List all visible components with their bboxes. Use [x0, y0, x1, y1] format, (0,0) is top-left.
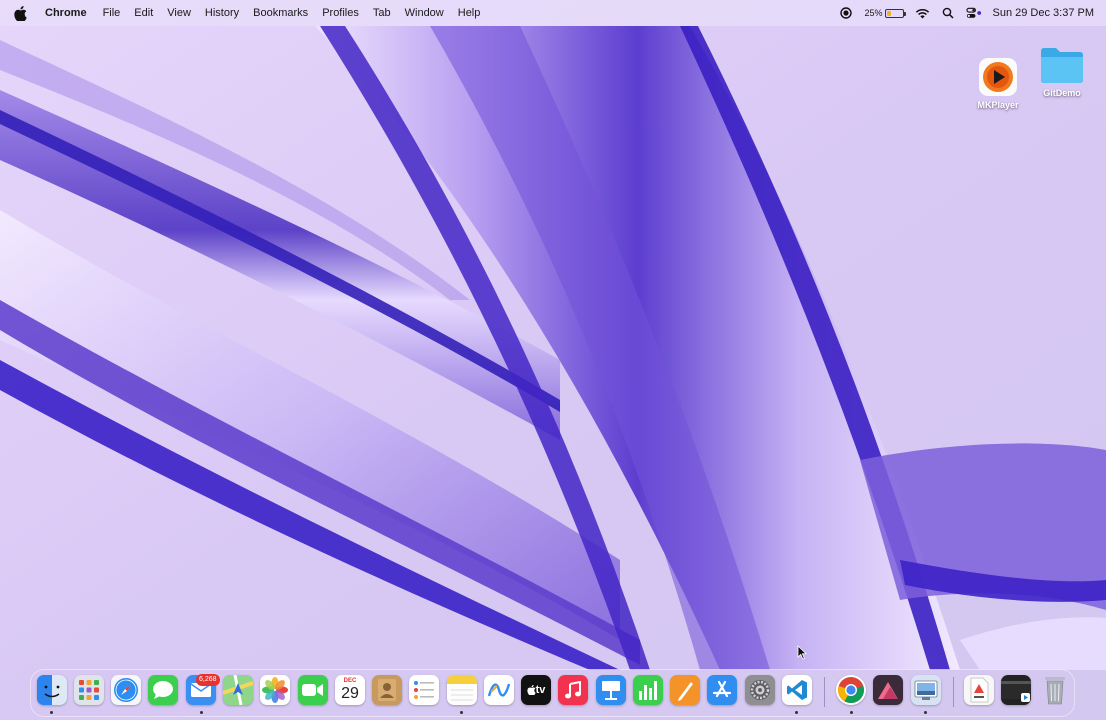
preview-icon	[914, 680, 938, 700]
desktop-icon-label: GitDemo	[1043, 88, 1081, 98]
gear-icon	[750, 680, 770, 700]
running-indicator	[850, 711, 853, 714]
dock-affinity[interactable]	[873, 675, 903, 705]
apple-tv-icon	[526, 685, 536, 695]
record-icon[interactable]	[838, 5, 854, 21]
dock-keynote[interactable]	[596, 675, 626, 705]
dock-messages[interactable]	[148, 675, 178, 705]
menu-file[interactable]: File	[96, 0, 128, 26]
dock-finder[interactable]	[37, 675, 67, 705]
dock-contacts[interactable]	[372, 675, 402, 705]
keynote-icon	[602, 681, 620, 700]
vscode-icon	[787, 680, 807, 700]
desktop-icon-gitdemo[interactable]: GitDemo	[1027, 45, 1097, 98]
play-icon	[979, 58, 1017, 96]
menu-help[interactable]: Help	[451, 0, 488, 26]
dock-separator	[824, 677, 825, 707]
notes-icon	[447, 675, 477, 701]
battery-fill	[887, 10, 892, 16]
photos-icon	[262, 677, 288, 703]
menu-window[interactable]: Window	[398, 0, 451, 26]
menu-profiles[interactable]: Profiles	[315, 0, 366, 26]
tv-label: tv	[535, 684, 546, 696]
facetime-icon	[302, 684, 323, 696]
dock-google-chrome[interactable]	[836, 675, 866, 705]
desktop-icon-mkplayer[interactable]: MKPlayer	[963, 57, 1033, 110]
dock-pages[interactable]	[670, 675, 700, 705]
contacts-icon	[378, 679, 396, 701]
dock-tv[interactable]: tv	[521, 675, 551, 705]
dock-launchpad[interactable]	[74, 675, 104, 705]
wifi-icon[interactable]	[914, 5, 930, 21]
affinity-icon	[878, 682, 898, 699]
dock-app-store[interactable]	[707, 675, 737, 705]
dock-trash[interactable]	[1040, 675, 1070, 705]
running-indicator	[460, 711, 463, 714]
freeform-icon	[487, 683, 511, 697]
dock-document[interactable]	[964, 675, 994, 705]
mouse-cursor-icon	[797, 645, 807, 660]
mail-unread-badge: 6,268	[196, 674, 220, 686]
dock-system-settings[interactable]	[745, 675, 775, 705]
dock-vscode[interactable]	[782, 675, 812, 705]
battery-status[interactable]: 25%	[864, 8, 907, 18]
reminders-icon	[414, 681, 434, 699]
menu-tab[interactable]: Tab	[366, 0, 398, 26]
menu-clock[interactable]: Sun 29 Dec 3:37 PM	[992, 7, 1094, 19]
chrome-icon	[838, 677, 864, 704]
dock-photos[interactable]	[260, 675, 290, 705]
menu-history[interactable]: History	[198, 0, 246, 26]
control-center-icon[interactable]	[966, 5, 982, 21]
folder-icon	[1041, 48, 1083, 83]
dock-terminal[interactable]	[1001, 675, 1031, 705]
dock-notes[interactable]	[447, 675, 477, 705]
desktop-icon-label: MKPlayer	[977, 100, 1019, 110]
document-icon	[970, 677, 989, 703]
dock-reminders[interactable]	[409, 675, 439, 705]
trash-icon	[1045, 677, 1065, 705]
desktop-wallpaper	[0, 0, 1106, 720]
dock-numbers[interactable]	[633, 675, 663, 705]
apple-icon[interactable]	[12, 5, 28, 21]
dock-safari[interactable]	[111, 675, 141, 705]
numbers-chart-icon	[639, 681, 657, 700]
dock-facetime[interactable]	[298, 675, 328, 705]
pages-pen-icon	[678, 682, 693, 701]
running-indicator	[200, 711, 203, 714]
running-indicator	[50, 711, 53, 714]
dock-calendar[interactable]: DEC 29	[335, 675, 365, 705]
finder-icon	[37, 675, 67, 705]
battery-percent: 25%	[864, 8, 883, 18]
menu-view[interactable]: View	[160, 0, 198, 26]
battery-icon	[885, 8, 907, 18]
menu-app-name[interactable]: Chrome	[38, 0, 96, 26]
menu-bookmarks[interactable]: Bookmarks	[246, 0, 315, 26]
dock-freeform[interactable]	[484, 675, 514, 705]
music-note-icon	[565, 681, 581, 699]
dock-music[interactable]	[558, 675, 588, 705]
calendar-month: DEC	[343, 678, 357, 684]
dock-preview[interactable]	[911, 675, 941, 705]
dock-maps[interactable]	[223, 675, 253, 705]
dock-separator	[953, 677, 954, 707]
safari-icon	[114, 678, 138, 702]
search-icon[interactable]	[940, 5, 956, 21]
app-store-icon	[712, 680, 732, 698]
running-indicator	[924, 711, 927, 714]
launchpad-icon	[79, 680, 99, 700]
running-indicator	[795, 711, 798, 714]
menu-bar: Chrome File Edit View History Bookmarks …	[0, 0, 1106, 26]
messages-icon	[153, 681, 173, 699]
calendar-day: 29	[341, 685, 359, 702]
maps-icon	[223, 675, 253, 705]
terminal-icon	[1001, 681, 1031, 702]
menu-edit[interactable]: Edit	[127, 0, 160, 26]
